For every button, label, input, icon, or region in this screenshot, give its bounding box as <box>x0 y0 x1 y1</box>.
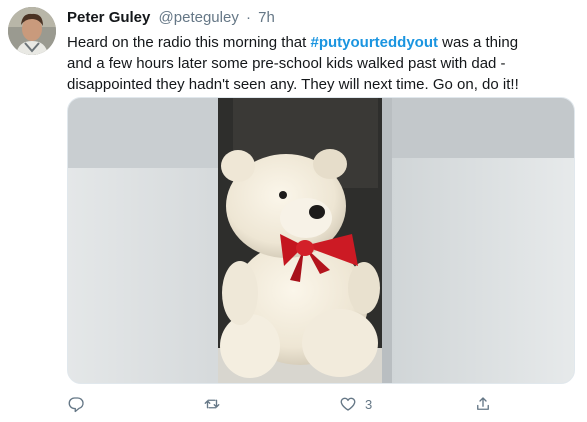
tweet-text-line-1: Heard on the radio this morning that #pu… <box>67 32 577 53</box>
tweet-text-line-2: and a few hours later some pre-school ki… <box>67 55 506 72</box>
timestamp[interactable]: 7h <box>258 9 275 26</box>
hashtag-link[interactable]: #putyourteddyout <box>310 34 438 51</box>
author-handle[interactable]: @peteguley <box>159 9 239 26</box>
tweet-text-segment: Heard on the radio this morning that <box>67 34 311 51</box>
tweet-header: Peter Guley @peteguley · 7h <box>67 9 275 27</box>
like-count: 3 <box>365 396 373 412</box>
tweet[interactable]: Peter Guley @peteguley · 7h Heard on the… <box>0 0 587 422</box>
tweet-actions: 3 <box>67 393 517 415</box>
share-icon <box>477 397 489 410</box>
separator-dot: · <box>246 9 251 26</box>
tweet-text: Heard on the radio this morning that #pu… <box>67 32 577 95</box>
tweet-text-line-3: disappointed they hadn't seen any. They … <box>67 76 519 93</box>
heart-icon <box>340 397 356 411</box>
reply-icon <box>68 397 84 413</box>
retweet-button[interactable] <box>203 393 221 415</box>
tweet-text-segment: was a thing <box>437 34 519 51</box>
author-name[interactable]: Peter Guley <box>67 9 150 26</box>
tweet-photo[interactable] <box>67 97 575 384</box>
share-button[interactable] <box>474 393 492 415</box>
retweet-icon <box>204 399 220 409</box>
like-button[interactable]: 3 <box>339 393 372 415</box>
avatar[interactable] <box>8 7 56 55</box>
reply-button[interactable] <box>67 393 85 415</box>
